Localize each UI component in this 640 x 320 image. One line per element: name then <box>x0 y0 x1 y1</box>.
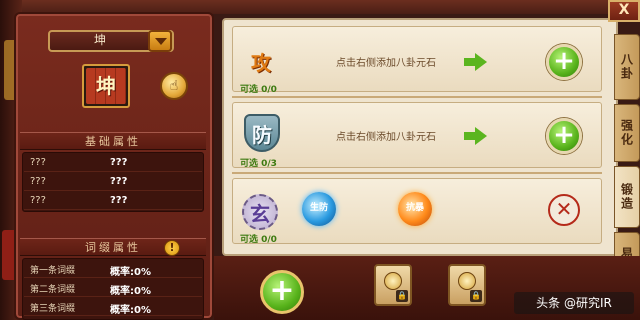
anti-crit-orb-icon[interactable]: 抗暴 <box>398 192 432 226</box>
chevron-down-icon[interactable] <box>148 30 172 52</box>
coin-icon <box>384 272 402 290</box>
defense-orb-icon[interactable]: 生防 <box>302 192 336 226</box>
table-row: 第二条词缀 概率:0% <box>24 279 202 297</box>
trigram-dropdown-value: 坤 <box>93 33 106 47</box>
attack-slot-hint: 点击右侧添加八卦元石 <box>336 58 436 69</box>
attr-value: 概率:0% <box>110 267 151 278</box>
item-slot-locked[interactable]: 🔒 <box>374 264 412 306</box>
tab-enhance[interactable]: 强化 <box>614 104 640 162</box>
attr-key: ??? <box>30 176 46 187</box>
attr-key: 第三条词缀 <box>30 304 76 314</box>
yinyang-icon <box>458 272 476 290</box>
table-row: 第一条词缀 概率:0% <box>24 260 202 278</box>
defense-slot-icon: 防 <box>244 114 280 152</box>
defense-slot-count: 可选 0/3 <box>240 159 277 169</box>
table-row: ??? ??? <box>24 192 202 210</box>
watermark: 头条 @研究IR <box>514 292 634 314</box>
info-warning-icon[interactable]: ! <box>164 240 180 256</box>
attr-value: 概率:0% <box>110 286 151 297</box>
add-defense-stone-button[interactable]: + <box>546 118 582 154</box>
tab-bagua[interactable]: 八卦 <box>614 34 640 100</box>
lock-icon: 🔒 <box>470 290 482 302</box>
attr-key: 第一条词缀 <box>30 266 76 276</box>
tap-hand-button[interactable]: ☝ <box>160 72 188 100</box>
arrow-right-icon <box>464 53 488 71</box>
close-button[interactable]: X <box>608 0 640 22</box>
table-row: ??? ??? <box>24 154 202 172</box>
mystic-slot-icon: 玄 <box>242 194 278 230</box>
item-slot-locked[interactable]: 🔒 <box>448 264 486 306</box>
remove-stone-button[interactable]: ✕ <box>548 194 580 226</box>
row-divider <box>232 172 602 174</box>
tab-forge[interactable]: 锻造 <box>614 166 640 228</box>
attr-key: ??? <box>30 195 46 206</box>
attr-value: ??? <box>110 157 128 168</box>
table-row: ??? ??? <box>24 173 202 191</box>
defense-slot-hint: 点击右侧添加八卦元石 <box>336 132 436 143</box>
attr-value: 概率:0% <box>110 305 151 316</box>
attack-slot-icon: 攻 <box>240 40 282 82</box>
basic-attributes-title: 基础属性 <box>20 132 206 150</box>
lock-icon: 🔒 <box>396 290 408 302</box>
add-attack-stone-button[interactable]: + <box>546 44 582 80</box>
add-material-button[interactable]: + <box>260 270 304 314</box>
attr-key: 第二条词缀 <box>30 285 76 295</box>
attack-slot-count: 可选 0/0 <box>240 85 277 95</box>
attr-key: ??? <box>30 157 46 168</box>
mystic-slot-count: 可选 0/0 <box>240 235 277 245</box>
trigram-stone-icon: 坤 <box>86 68 126 104</box>
row-divider <box>232 96 602 98</box>
attr-value: ??? <box>110 195 128 206</box>
table-row: 第三条词缀 概率:0% <box>24 298 202 316</box>
attr-value: ??? <box>110 176 128 187</box>
arrow-right-icon <box>464 127 488 145</box>
